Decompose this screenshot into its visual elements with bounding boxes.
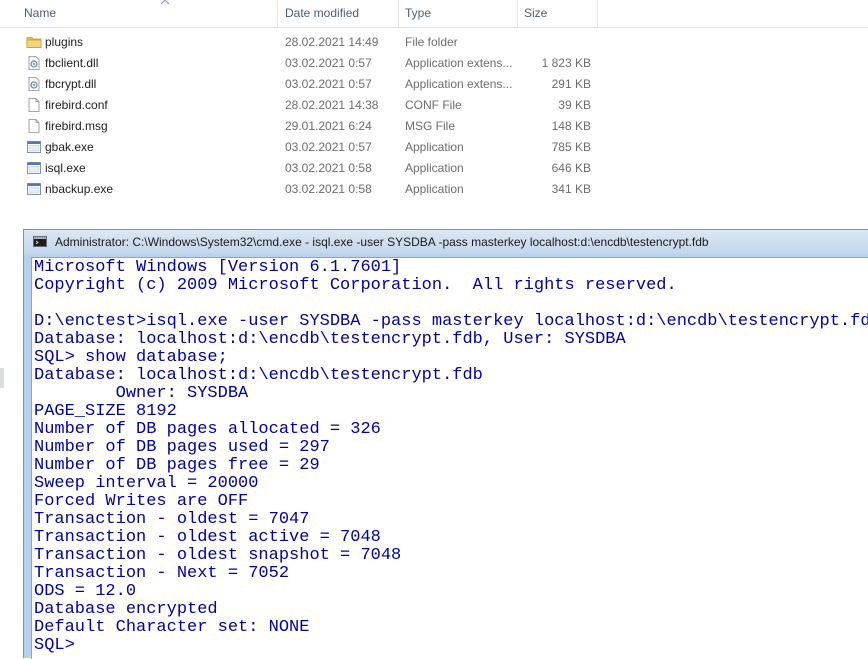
file-size: 341 KB — [551, 182, 591, 196]
console-line: Forced Writes are OFF — [34, 492, 249, 511]
file-name: fbclient.dll — [45, 56, 99, 70]
file-name: plugins — [45, 35, 84, 49]
file-date-modified: 28.02.2021 14:49 — [285, 35, 379, 49]
console-line: Transaction - Next = 7052 — [34, 564, 290, 583]
file-date-modified: 28.02.2021 14:38 — [285, 98, 379, 112]
exe-icon — [26, 181, 42, 197]
file-date-modified: 03.02.2021 0:58 — [285, 161, 372, 175]
file-type: CONF File — [405, 98, 462, 112]
console-line: Default Character set: NONE — [34, 618, 310, 637]
file-icon — [26, 97, 42, 113]
file-size: 39 KB — [558, 98, 591, 112]
file-date-modified: 03.02.2021 0:57 — [285, 77, 372, 91]
console-output[interactable]: Microsoft Windows [Version 6.1.7601] Copy… — [31, 257, 868, 659]
file-date-modified: 03.02.2021 0:57 — [285, 140, 372, 154]
console-line: Number of DB pages used = 297 — [34, 438, 330, 457]
file-size: 646 KB — [551, 161, 591, 175]
console-line: PAGE_SIZE 8192 — [34, 402, 177, 421]
file-name: firebird.conf — [45, 98, 108, 112]
file-size: 785 KB — [551, 140, 591, 154]
console-line: Number of DB pages free = 29 — [34, 456, 320, 475]
file-type: Application — [405, 140, 464, 154]
file-date-modified: 03.02.2021 0:57 — [285, 56, 372, 70]
file-name: fbcrypt.dll — [45, 77, 97, 91]
console-line: SQL> show database; — [34, 348, 228, 367]
file-type: Application — [405, 161, 464, 175]
cmd-window-title: Administrator: C:\Windows\System32\cmd.e… — [55, 235, 709, 249]
file-row[interactable]: gbak.exe 03.02.2021 0:57 Application 785 KB — [0, 137, 868, 158]
console-line: D:\enctest>isql.exe -user SYSDBA -pass m… — [34, 312, 868, 331]
console-line: Transaction - oldest active = 7048 — [34, 528, 381, 547]
dll-icon — [26, 55, 42, 71]
file-row[interactable]: plugins 28.02.2021 14:49 File folder — [0, 32, 868, 53]
console-line: Database encrypted — [34, 600, 218, 619]
file-type: MSG File — [405, 119, 456, 133]
exe-icon — [26, 160, 42, 176]
file-row[interactable]: fbcrypt.dll 03.02.2021 0:57 Application ex… — [0, 74, 868, 95]
file-size: 148 KB — [551, 119, 591, 133]
console-line: Microsoft Windows [Version 6.1.7601] — [34, 258, 402, 277]
cmd-titlebar[interactable]: Administrator: C:\Windows\System32\cmd.e… — [24, 230, 868, 254]
file-type: Application extens... — [405, 56, 513, 70]
file-type: Application extens... — [405, 77, 513, 91]
dll-icon — [26, 76, 42, 92]
file-row[interactable]: isql.exe 03.02.2021 0:58 Application 646 KB — [0, 158, 868, 179]
column-header-date-modified[interactable]: Date modified — [279, 0, 399, 27]
file-name: isql.exe — [45, 161, 86, 175]
column-header-row: Name Date modified Type Size — [0, 0, 868, 28]
console-line: Database: localhost:d:\encdb\testencrypt… — [34, 366, 483, 385]
file-row[interactable]: firebird.conf 28.02.2021 14:38 CONF File 39… — [0, 95, 868, 116]
scrollbar-fragment — [0, 368, 4, 388]
sort-ascending-icon — [160, 0, 170, 5]
file-row[interactable]: fbclient.dll 03.02.2021 0:57 Application e… — [0, 53, 868, 74]
file-name: firebird.msg — [45, 119, 108, 133]
console-icon — [33, 236, 47, 247]
exe-icon — [26, 139, 42, 155]
file-type: File folder — [405, 35, 458, 49]
console-line: SQL> — [34, 636, 75, 655]
file-size: 291 KB — [551, 77, 591, 91]
file-row[interactable]: firebird.msg 29.01.2021 6:24 MSG File 148 K… — [0, 116, 868, 137]
console-line: Transaction - oldest = 7047 — [34, 510, 310, 529]
file-name: gbak.exe — [45, 140, 94, 154]
file-icon — [26, 118, 42, 134]
file-type: Application — [405, 182, 464, 196]
console-line: ODS = 12.0 — [34, 582, 137, 601]
folder-icon — [26, 34, 42, 50]
column-header-type[interactable]: Type — [399, 0, 518, 27]
console-line: Number of DB pages allocated = 326 — [34, 420, 381, 439]
file-explorer: Name Date modified Type Size plugins 28.0… — [0, 0, 868, 230]
file-name: nbackup.exe — [45, 182, 114, 196]
file-size: 1 823 KB — [541, 56, 591, 70]
column-header-size[interactable]: Size — [518, 0, 598, 27]
column-header-name[interactable]: Name — [18, 0, 278, 27]
file-date-modified: 29.01.2021 6:24 — [285, 119, 372, 133]
file-date-modified: 03.02.2021 0:58 — [285, 182, 372, 196]
file-row[interactable]: nbackup.exe 03.02.2021 0:58 Application 341… — [0, 179, 868, 200]
console-line: Transaction - oldest snapshot = 7048 — [34, 546, 402, 565]
console-line: Sweep interval = 20000 — [34, 474, 259, 493]
console-line: Copyright (c) 2009 Microsoft Corporation… — [34, 276, 677, 295]
file-size — [520, 32, 591, 53]
cmd-window: Administrator: C:\Windows\System32\cmd.e… — [23, 229, 868, 659]
console-line: Owner: SYSDBA — [34, 384, 249, 403]
console-line: Database: localhost:d:\encdb\testencrypt… — [34, 330, 626, 349]
